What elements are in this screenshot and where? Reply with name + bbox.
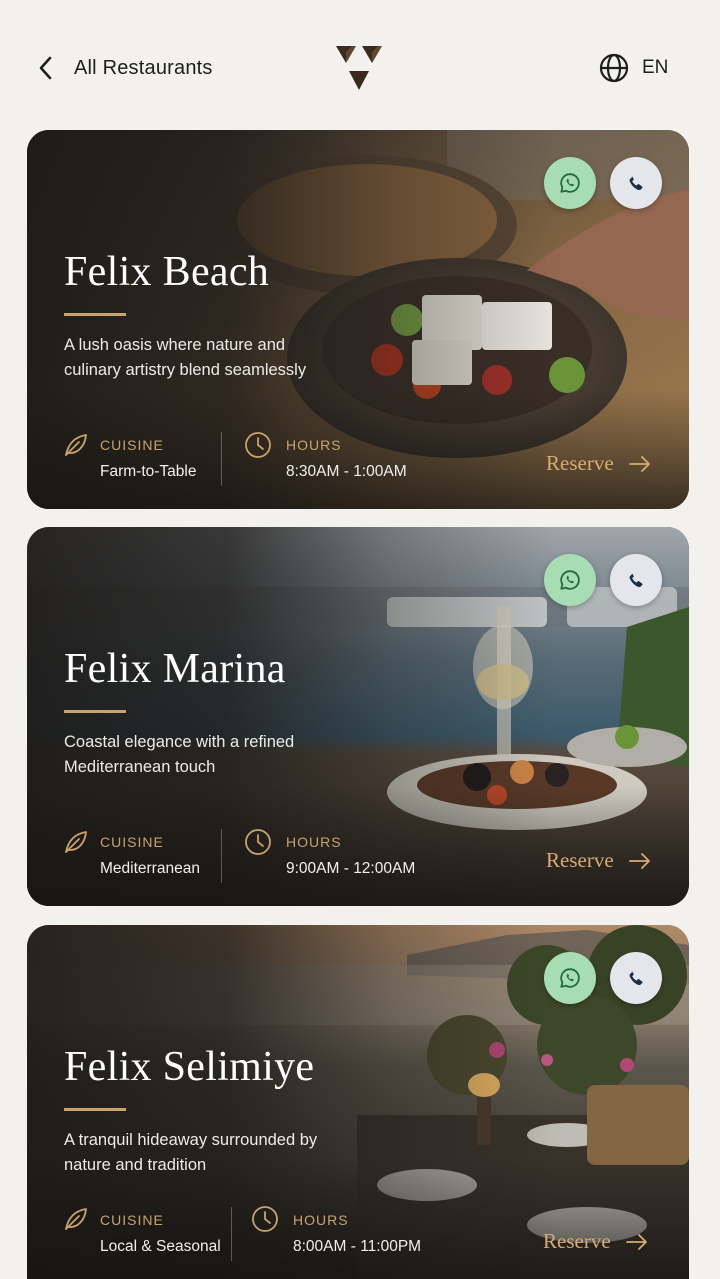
- reserve-button[interactable]: Reserve: [543, 1229, 649, 1254]
- reserve-button[interactable]: Reserve: [546, 848, 652, 873]
- back-button[interactable]: All Restaurants: [36, 50, 213, 86]
- cuisine-label: CUISINE: [100, 834, 164, 850]
- leaf-icon: [65, 831, 87, 853]
- cuisine-value: Mediterranean: [100, 860, 200, 877]
- globe-icon: [599, 53, 629, 83]
- reserve-label: Reserve: [543, 1229, 611, 1253]
- call-button[interactable]: [610, 952, 662, 1004]
- title-underline: [64, 1108, 126, 1111]
- brand-logo: [336, 46, 382, 90]
- clock-icon: [252, 1206, 278, 1232]
- leaf-icon: [65, 1208, 87, 1230]
- restaurant-description: Coastal elegance with a refined Mediterr…: [64, 733, 295, 776]
- reserve-label: Reserve: [546, 848, 614, 872]
- hours-label: HOURS: [286, 437, 342, 453]
- arrow-right-icon: [625, 1233, 647, 1250]
- restaurant-card-felix-selimiye[interactable]: Felix Selimiye A tranquil hideaway surro…: [27, 925, 689, 1279]
- arrow-right-icon: [628, 852, 650, 869]
- back-label: All Restaurants: [74, 56, 213, 79]
- whatsapp-button[interactable]: [544, 554, 596, 606]
- whatsapp-icon: [560, 968, 580, 988]
- hours-value: 9:00AM - 12:00AM: [286, 860, 416, 877]
- hours-value: 8:30AM - 1:00AM: [286, 463, 407, 480]
- meta-divider: [221, 829, 222, 883]
- clock-icon: [245, 432, 271, 458]
- title-underline: [64, 710, 126, 713]
- whatsapp-button[interactable]: [544, 952, 596, 1004]
- cuisine-label: CUISINE: [100, 437, 164, 453]
- hours-label: HOURS: [286, 834, 342, 850]
- cuisine-value: Farm-to-Table: [100, 463, 197, 480]
- arrow-right-icon: [628, 455, 650, 472]
- restaurant-card-felix-beach[interactable]: Felix Beach A lush oasis where nature an…: [27, 130, 689, 509]
- language-switcher[interactable]: EN: [598, 50, 668, 86]
- clock-icon: [245, 829, 271, 855]
- top-bar: All Restaurants EN: [0, 0, 720, 130]
- restaurant-description: A lush oasis where nature and culinary a…: [64, 336, 307, 379]
- title-underline: [64, 313, 126, 316]
- reserve-label: Reserve: [546, 451, 614, 475]
- restaurant-description: A tranquil hideaway surrounded by nature…: [64, 1131, 318, 1174]
- restaurant-name: Felix Beach: [64, 249, 270, 295]
- call-button[interactable]: [610, 554, 662, 606]
- meta-divider: [231, 1207, 232, 1261]
- restaurant-card-felix-marina[interactable]: Felix Marina Coastal elegance with a ref…: [27, 527, 689, 906]
- phone-icon: [629, 970, 643, 986]
- leaf-icon: [65, 434, 87, 456]
- cuisine-value: Local & Seasonal: [100, 1238, 221, 1255]
- phone-icon: [629, 175, 643, 191]
- whatsapp-button[interactable]: [544, 157, 596, 209]
- restaurant-name: Felix Marina: [64, 646, 286, 692]
- reserve-button[interactable]: Reserve: [546, 451, 652, 476]
- chevron-left-icon: [39, 56, 52, 80]
- language-label: EN: [642, 57, 669, 78]
- meta-divider: [221, 432, 222, 486]
- restaurant-name: Felix Selimiye: [64, 1044, 315, 1090]
- cuisine-label: CUISINE: [100, 1212, 164, 1228]
- hours-value: 8:00AM - 11:00PM: [293, 1238, 422, 1255]
- phone-icon: [629, 572, 643, 588]
- call-button[interactable]: [610, 157, 662, 209]
- hours-label: HOURS: [293, 1212, 349, 1228]
- whatsapp-icon: [560, 570, 580, 590]
- whatsapp-icon: [560, 173, 580, 193]
